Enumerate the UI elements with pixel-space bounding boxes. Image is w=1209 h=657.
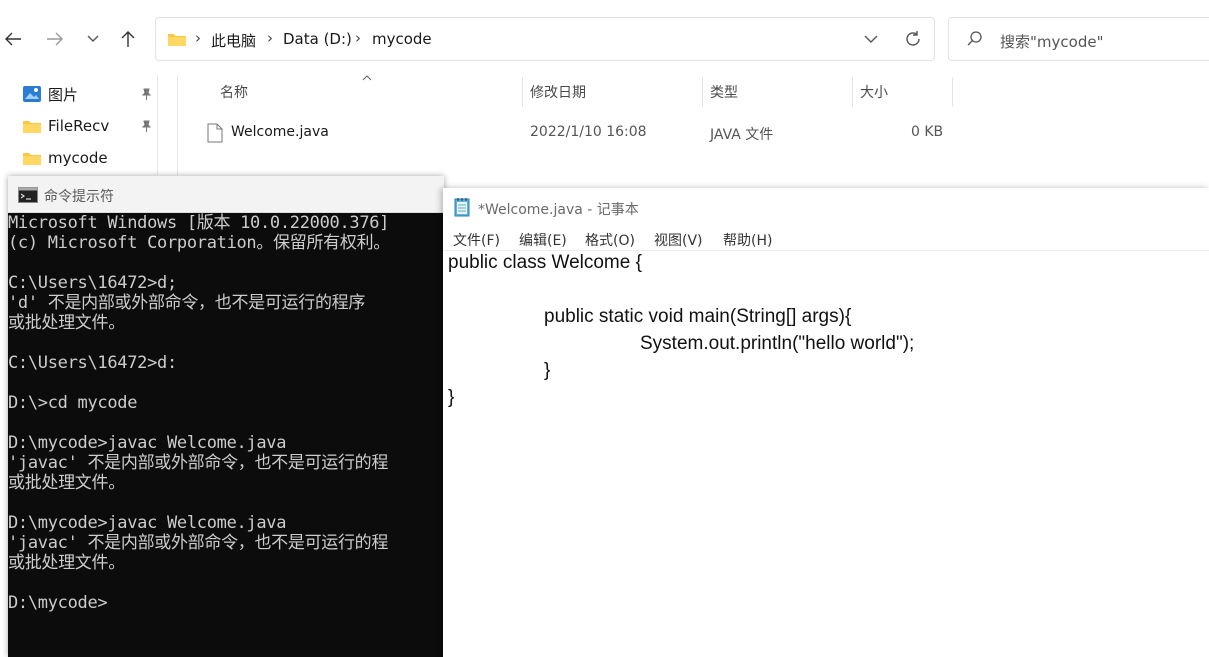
column-header-type[interactable]: 类型 xyxy=(710,82,738,102)
code-line: } xyxy=(448,387,455,408)
file-icon xyxy=(207,123,223,143)
chevron-down-icon xyxy=(87,35,99,42)
breadcrumb-chevron-icon: › xyxy=(267,29,273,47)
sidebar-item-label: FileRecv xyxy=(48,117,110,135)
breadcrumb-chevron-icon: › xyxy=(355,29,361,47)
code-line: } xyxy=(544,360,551,381)
column-separator[interactable] xyxy=(702,77,703,107)
menu-edit[interactable]: 编辑(E) xyxy=(519,230,567,250)
notepad-title: *Welcome.java - 记事本 xyxy=(478,202,639,218)
breadcrumb-chevron-icon: › xyxy=(195,29,201,47)
folder-icon xyxy=(23,121,41,133)
pictures-icon xyxy=(23,86,41,102)
arrow-up-icon xyxy=(121,31,135,47)
cmd-title: 命令提示符 xyxy=(44,189,114,205)
chevron-down-icon[interactable] xyxy=(864,35,878,44)
sort-ascending-icon xyxy=(362,75,372,81)
recent-locations-button[interactable] xyxy=(80,26,106,52)
search-box[interactable]: 搜索"mycode" xyxy=(948,17,1209,61)
notepad-menu-bar: 文件(F) 编辑(E) 格式(O) 视图(V) 帮助(H) xyxy=(443,226,1209,251)
column-separator[interactable] xyxy=(952,77,953,107)
notepad-window[interactable]: *Welcome.java - 记事本 文件(F) 编辑(E) 格式(O) 视图… xyxy=(443,188,1209,657)
console-line: C:\Users\16472>d; xyxy=(8,273,177,293)
column-header-size[interactable]: 大小 xyxy=(860,82,888,102)
search-input[interactable]: 搜索"mycode" xyxy=(1000,31,1103,52)
pane-divider xyxy=(177,75,178,175)
file-type: JAVA 文件 xyxy=(710,127,774,143)
folder-icon xyxy=(23,153,41,165)
column-separator[interactable] xyxy=(522,77,523,107)
address-bar[interactable]: › 此电脑 › Data (D:) › mycode xyxy=(155,17,935,61)
console-line: Microsoft Windows [版本 10.0.22000.376] xyxy=(8,213,390,233)
up-button[interactable] xyxy=(115,26,141,52)
sidebar-item-label: 图片 xyxy=(48,85,79,104)
sidebar-item-pictures[interactable]: 图片 xyxy=(22,82,78,106)
cmd-console-output[interactable]: Microsoft Windows [版本 10.0.22000.376] (c)… xyxy=(8,213,444,657)
back-button[interactable] xyxy=(0,26,26,52)
console-line: D:\mycode>javac Welcome.java xyxy=(8,433,287,453)
console-line: 'javac' 不是内部或外部命令，也不是可运行的程 xyxy=(8,533,389,553)
console-line: 或批处理文件。 xyxy=(8,473,125,493)
console-line: D:\mycode> xyxy=(8,593,108,613)
file-modified: 2022/1/10 16:08 xyxy=(530,124,647,140)
pin-icon[interactable] xyxy=(140,88,152,100)
refresh-icon[interactable] xyxy=(904,30,922,48)
cmd-title-bar[interactable]: 命令提示符 xyxy=(8,176,444,213)
breadcrumb-mycode[interactable]: mycode xyxy=(372,30,432,48)
file-name: Welcome.java xyxy=(231,124,329,140)
search-icon xyxy=(967,31,982,46)
column-separator[interactable] xyxy=(852,77,853,107)
menu-help[interactable]: 帮助(H) xyxy=(723,230,772,250)
menu-format[interactable]: 格式(O) xyxy=(585,230,635,250)
sidebar-item-label: mycode xyxy=(48,149,108,167)
file-size: 0 KB xyxy=(911,124,944,140)
console-line: 'javac' 不是内部或外部命令，也不是可运行的程 xyxy=(8,453,389,473)
menu-file[interactable]: 文件(F) xyxy=(453,230,500,250)
sidebar-item-filerecv[interactable]: FileRecv xyxy=(22,114,109,138)
console-line: 'd' 不是内部或外部命令，也不是可运行的程序 xyxy=(8,293,366,313)
console-line: D:\mycode>javac Welcome.java xyxy=(8,513,287,533)
column-header-name[interactable]: 名称 xyxy=(220,82,248,102)
console-line: 或批处理文件。 xyxy=(8,553,125,573)
arrow-left-icon xyxy=(5,32,21,46)
code-line: public static void main(String[] args){ xyxy=(544,306,852,327)
notepad-title-bar[interactable]: *Welcome.java - 记事本 xyxy=(443,188,1209,226)
console-line: D:\>cd mycode xyxy=(8,393,138,413)
arrow-right-icon xyxy=(47,32,63,46)
menu-view[interactable]: 视图(V) xyxy=(654,230,703,250)
console-line: 或批处理文件。 xyxy=(8,313,125,333)
breadcrumb-this-pc[interactable]: 此电脑 xyxy=(211,30,256,51)
forward-button[interactable] xyxy=(42,26,68,52)
command-prompt-window[interactable]: 命令提示符 Microsoft Windows [版本 10.0.22000.3… xyxy=(8,176,444,657)
console-line: (c) Microsoft Corporation。保留所有权利。 xyxy=(8,233,390,253)
column-header-modified[interactable]: 修改日期 xyxy=(530,82,586,102)
notepad-icon xyxy=(454,198,470,217)
pane-divider xyxy=(157,75,158,175)
notepad-text-area[interactable]: public class Welcome { public static void… xyxy=(443,251,1209,657)
sidebar-item-mycode[interactable]: mycode xyxy=(22,146,108,170)
pin-icon[interactable] xyxy=(140,120,152,132)
console-line: C:\Users\16472>d: xyxy=(8,353,177,373)
folder-icon xyxy=(168,34,186,46)
cmd-icon xyxy=(18,187,38,203)
breadcrumb-data-d[interactable]: Data (D:) xyxy=(283,30,352,48)
code-line: System.out.println("hello world"); xyxy=(640,333,915,354)
code-line: public class Welcome { xyxy=(448,252,642,273)
